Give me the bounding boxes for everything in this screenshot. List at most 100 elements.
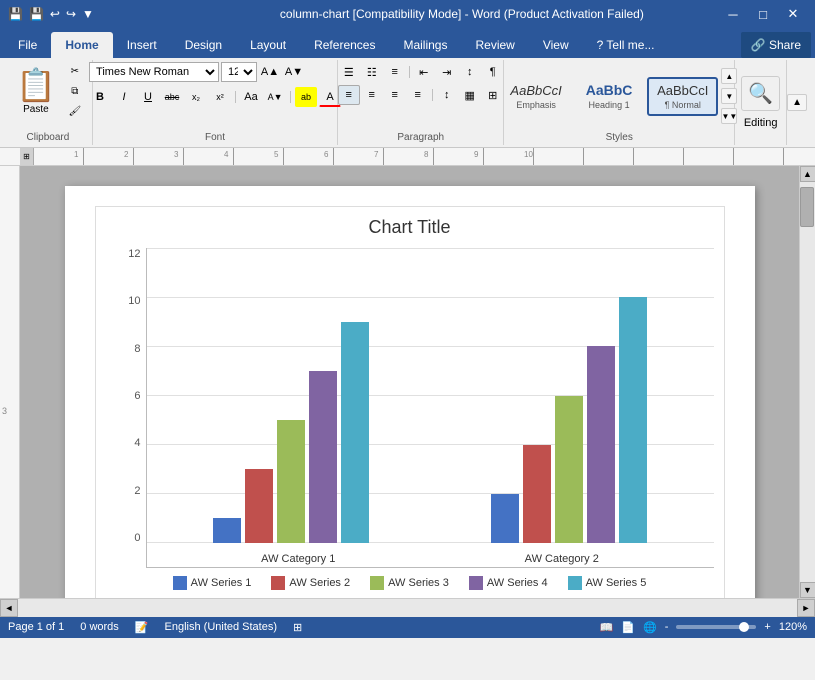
zoom-out-button[interactable]: - bbox=[665, 621, 669, 633]
maximize-button[interactable]: □ bbox=[749, 0, 777, 28]
quick-redo[interactable]: ↪ bbox=[66, 7, 76, 21]
minimize-button[interactable]: ─ bbox=[719, 0, 747, 28]
bar-cat2-series3[interactable] bbox=[555, 396, 583, 544]
ribbon-collapse-button[interactable]: ▲ bbox=[787, 94, 807, 111]
change-case-button[interactable]: A▼ bbox=[264, 87, 286, 107]
macro-icon[interactable]: ⊞ bbox=[293, 621, 302, 634]
tab-layout[interactable]: Layout bbox=[236, 32, 300, 58]
line-spacing-button[interactable]: ↕ bbox=[436, 85, 458, 105]
quick-access-dropdown[interactable]: ▼ bbox=[82, 7, 94, 21]
shading-button[interactable]: ▦ bbox=[459, 85, 481, 105]
tab-mailings[interactable]: Mailings bbox=[389, 32, 461, 58]
legend-color-3 bbox=[370, 576, 384, 590]
bar-cat1-series2[interactable] bbox=[245, 469, 273, 543]
multilevel-button[interactable]: ≡ bbox=[384, 62, 406, 82]
scroll-down-button[interactable]: ▼ bbox=[800, 582, 815, 598]
grow-font-button[interactable]: A▲ bbox=[259, 62, 281, 82]
h-scroll-track[interactable] bbox=[18, 599, 797, 617]
tab-insert[interactable]: Insert bbox=[113, 32, 171, 58]
align-right-button[interactable]: ≡ bbox=[384, 85, 406, 105]
title-bar-left: 💾 💾 ↩ ↪ ▼ column-chart [Compatibility Mo… bbox=[8, 7, 644, 21]
tab-file[interactable]: File bbox=[4, 32, 51, 58]
bar-cat1-series4[interactable] bbox=[309, 371, 337, 543]
y-axis: 12 10 8 6 4 2 0 bbox=[106, 248, 146, 568]
numbering-button[interactable]: ☷ bbox=[361, 62, 383, 82]
ruler-corner[interactable]: ⊞ bbox=[20, 148, 34, 166]
align-center-button[interactable]: ≡ bbox=[361, 85, 383, 105]
word-count: 0 words bbox=[80, 621, 119, 633]
bar-cat2-series2[interactable] bbox=[523, 445, 551, 543]
proofing-icon[interactable]: 📝 bbox=[135, 621, 149, 634]
tab-home[interactable]: Home bbox=[51, 32, 112, 58]
italic-button[interactable]: I bbox=[113, 87, 135, 107]
style-normal[interactable]: AaBbCcI ¶ Normal bbox=[647, 77, 718, 116]
cut-button[interactable]: ✂ bbox=[64, 62, 86, 80]
font-family-select[interactable]: Times New Roman bbox=[89, 62, 219, 82]
legend-label-1: AW Series 1 bbox=[191, 577, 252, 589]
document-page: Chart Title 12 10 8 6 4 2 0 bbox=[65, 186, 755, 598]
print-layout-button[interactable]: 📄 bbox=[621, 621, 635, 634]
scroll-thumb[interactable] bbox=[800, 187, 814, 227]
read-mode-button[interactable]: 📖 bbox=[600, 621, 614, 634]
chart-container: Chart Title 12 10 8 6 4 2 0 bbox=[95, 206, 725, 598]
bullets-button[interactable]: ☰ bbox=[338, 62, 360, 82]
bold-button[interactable]: B bbox=[89, 87, 111, 107]
category-labels: AW Category 1 AW Category 2 bbox=[147, 553, 714, 565]
zoom-slider[interactable] bbox=[676, 625, 756, 629]
document-scroll[interactable]: Chart Title 12 10 8 6 4 2 0 bbox=[20, 166, 799, 598]
style-heading1[interactable]: AaBbC Heading 1 bbox=[574, 77, 644, 115]
right-scrollbar: ▲ ▼ bbox=[799, 166, 815, 598]
paste-button[interactable]: 📋 Paste bbox=[10, 62, 62, 119]
justify-button[interactable]: ≡ bbox=[407, 85, 429, 105]
font-format-row: B I U abc x₂ x² Aa A▼ ab A bbox=[89, 87, 341, 107]
quick-undo[interactable]: ↩ bbox=[50, 7, 60, 21]
sort-button[interactable]: ↕ bbox=[459, 62, 481, 82]
align-left-button[interactable]: ≡ bbox=[338, 85, 360, 105]
underline-button[interactable]: U bbox=[137, 87, 159, 107]
strikethrough-button[interactable]: abc bbox=[161, 87, 183, 107]
find-search-button[interactable]: 🔍 bbox=[741, 76, 780, 111]
bar-cat1-series5[interactable] bbox=[341, 322, 369, 543]
superscript-button[interactable]: x² bbox=[209, 87, 231, 107]
language[interactable]: English (United States) bbox=[165, 621, 278, 633]
zoom-level[interactable]: 120% bbox=[779, 621, 807, 633]
scroll-right-button[interactable]: ► bbox=[797, 599, 815, 617]
tab-view[interactable]: View bbox=[529, 32, 583, 58]
format-painter-button[interactable]: 🖌 bbox=[64, 102, 86, 120]
scroll-track[interactable] bbox=[800, 182, 815, 582]
bar-cat2-series5[interactable] bbox=[619, 297, 647, 543]
clear-format-button[interactable]: Aa bbox=[240, 87, 262, 107]
bar-cat2-series1[interactable] bbox=[491, 494, 519, 543]
highlight-button[interactable]: ab bbox=[295, 87, 317, 107]
scroll-up-button[interactable]: ▲ bbox=[800, 166, 815, 182]
tab-design[interactable]: Design bbox=[171, 32, 236, 58]
subscript-button[interactable]: x₂ bbox=[185, 87, 207, 107]
web-layout-button[interactable]: 🌐 bbox=[643, 621, 657, 634]
zoom-in-button[interactable]: + bbox=[764, 621, 770, 633]
category-1-bars bbox=[167, 248, 416, 543]
tab-share[interactable]: 🔗 Share bbox=[741, 32, 811, 58]
y-label-6: 6 bbox=[134, 390, 140, 402]
scroll-left-button[interactable]: ◄ bbox=[0, 599, 18, 617]
increase-indent-button[interactable]: ⇥ bbox=[436, 62, 458, 82]
tab-tell-me[interactable]: ? Tell me... bbox=[583, 32, 669, 58]
bar-cat1-series3[interactable] bbox=[277, 420, 305, 543]
paragraph-row2: ≡ ≡ ≡ ≡ ↕ ▦ ⊞ bbox=[338, 85, 504, 105]
paragraph-content: ☰ ☷ ≡ ⇤ ⇥ ↕ ¶ ≡ ≡ ≡ ≡ ↕ ▦ ⊞ bbox=[338, 62, 504, 130]
style-emphasis[interactable]: AaBbCcI Emphasis bbox=[501, 78, 571, 115]
heading1-label: Heading 1 bbox=[589, 100, 630, 110]
paragraph-row1: ☰ ☷ ≡ ⇤ ⇥ ↕ ¶ bbox=[338, 62, 504, 82]
font-size-select[interactable]: 12 bbox=[221, 62, 257, 82]
decrease-indent-button[interactable]: ⇤ bbox=[413, 62, 435, 82]
zoom-thumb[interactable] bbox=[739, 622, 749, 632]
close-button[interactable]: ✕ bbox=[779, 0, 807, 28]
tab-references[interactable]: References bbox=[300, 32, 389, 58]
tab-review[interactable]: Review bbox=[461, 32, 528, 58]
copy-button[interactable]: ⧉ bbox=[64, 82, 86, 100]
clipboard-label: Clipboard bbox=[10, 130, 86, 143]
bar-cat1-series1[interactable] bbox=[213, 518, 241, 543]
bar-cat2-series4[interactable] bbox=[587, 346, 615, 543]
quick-save[interactable]: 💾 bbox=[29, 7, 44, 21]
legend-label-4: AW Series 4 bbox=[487, 577, 548, 589]
shrink-font-button[interactable]: A▼ bbox=[283, 62, 305, 82]
